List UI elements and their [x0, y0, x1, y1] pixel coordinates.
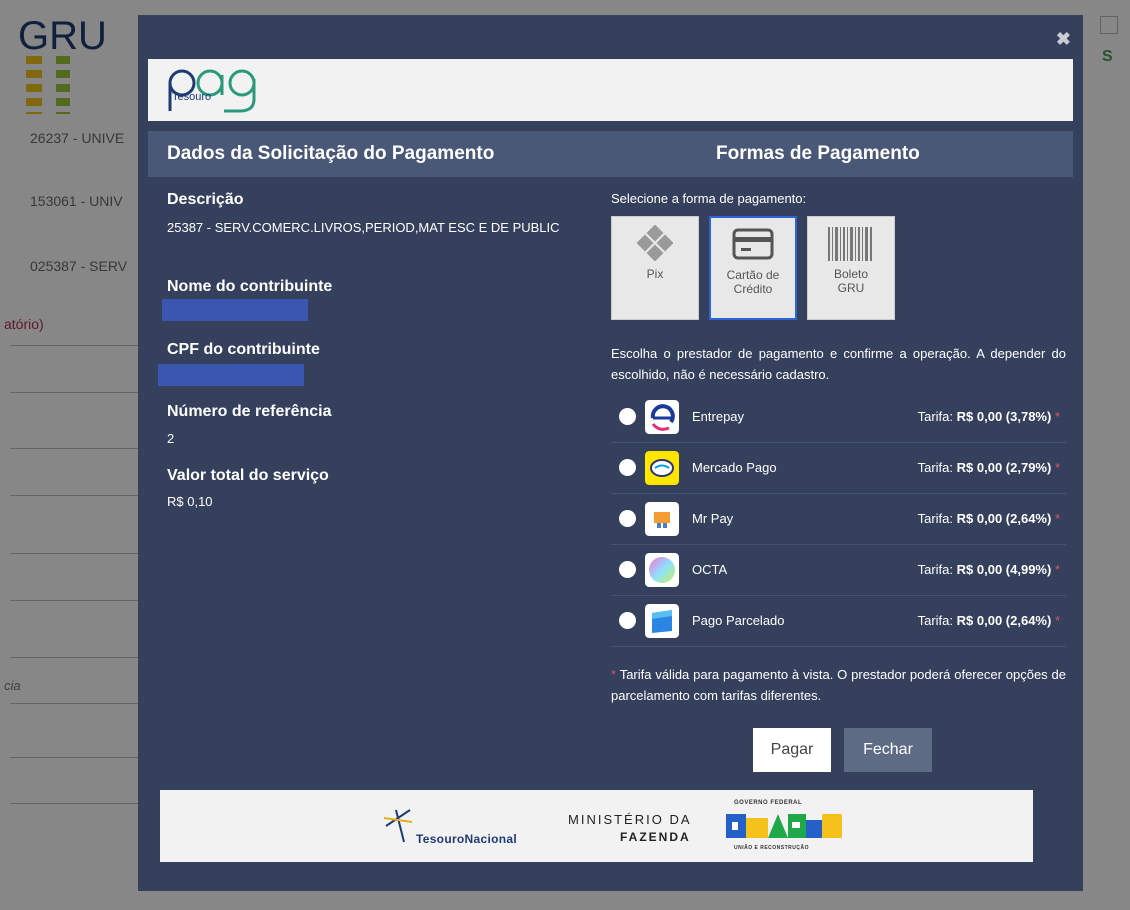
- provider-list: Entrepay Tarifa: R$ 0,00 (3,78%) * Merca…: [611, 392, 1066, 647]
- fee-label: Tarifa:: [917, 562, 953, 577]
- payment-modal: ✖ Tesouro Dados da Solicitação do Pagame…: [138, 15, 1083, 891]
- payment-method-pix[interactable]: Pix: [611, 216, 699, 320]
- select-method-label: Selecione a forma de pagamento:: [611, 191, 807, 206]
- tesouro-nacional-text: TesouroNacional: [416, 832, 517, 846]
- logo-subtext: Tesouro: [172, 91, 212, 103]
- total-value: R$ 0,10: [167, 494, 213, 509]
- barcode-icon: [828, 227, 872, 261]
- fee-label: Tarifa:: [917, 460, 953, 475]
- provider-instructions: Escolha o prestador de pagamento e confi…: [611, 346, 1066, 382]
- radio-button[interactable]: [619, 561, 636, 578]
- close-icon[interactable]: ✖: [1056, 29, 1071, 50]
- provider-name: Mercado Pago: [692, 460, 777, 475]
- fee-currency: R$: [956, 409, 974, 424]
- provider-row-pago-parcelado[interactable]: Pago Parcelado Tarifa: R$ 0,00 (2,64%) *: [611, 596, 1066, 647]
- brasil-government-logo: [726, 814, 842, 838]
- section-header-bar: Dados da Solicitação do Pagamento Formas…: [148, 131, 1073, 177]
- logo-band: Tesouro: [148, 59, 1073, 121]
- fee-asterisk: *: [1054, 409, 1060, 424]
- mercado-pago-logo-icon: [645, 451, 679, 485]
- provider-fee: Tarifa: R$ 0,00 (2,64%) *: [918, 613, 1060, 628]
- provider-fee: Tarifa: R$ 0,00 (2,79%) *: [918, 460, 1060, 475]
- fee-value: 0,00 (3,78%): [976, 409, 1052, 424]
- tesouro-nacional-logo-icon: [383, 809, 413, 843]
- ministerio-line2: FAZENDA: [620, 830, 691, 844]
- fee-asterisk: *: [1054, 613, 1060, 628]
- fee-value: 0,00 (2,64%): [976, 511, 1052, 526]
- fee-value: 0,00 (2,64%): [976, 613, 1052, 628]
- provider-row-entrepay[interactable]: Entrepay Tarifa: R$ 0,00 (3,78%) *: [611, 392, 1066, 443]
- provider-name: Pago Parcelado: [692, 613, 785, 628]
- fee-asterisk: *: [1054, 460, 1060, 475]
- fee-asterisk: *: [1054, 511, 1060, 526]
- entrepay-logo-icon: [645, 400, 679, 434]
- pix-label: Pix: [612, 267, 698, 281]
- governo-federal-text: GOVERNO FEDERAL: [734, 800, 803, 806]
- payment-method-boleto[interactable]: Boleto GRU: [807, 216, 895, 320]
- request-data-heading: Dados da Solicitação do Pagamento: [167, 143, 495, 164]
- pago-parcelado-logo-icon: [645, 604, 679, 638]
- mr-pay-logo-icon: [645, 502, 679, 536]
- method-label-line1: Cartão de: [726, 268, 780, 282]
- ministerio-line1: MINISTÉRIO DA: [568, 812, 692, 827]
- provider-name: OCTA: [692, 562, 728, 577]
- provider-fee: Tarifa: R$ 0,00 (2,64%) *: [918, 511, 1060, 526]
- fee-value: 0,00 (4,99%): [976, 562, 1052, 577]
- total-value-label: Valor total do serviço: [167, 467, 329, 484]
- provider-fee: Tarifa: R$ 0,00 (4,99%) *: [918, 562, 1060, 577]
- uniao-reconstrucao-text: UNIÃO E RECONSTRUÇÃO: [734, 845, 810, 851]
- fee-currency: R$: [956, 562, 974, 577]
- redacted-taxpayer-cpf: [158, 364, 304, 386]
- fee-currency: R$: [956, 460, 974, 475]
- provider-row-mr-pay[interactable]: Mr Pay Tarifa: R$ 0,00 (2,64%) *: [611, 494, 1066, 545]
- provider-row-octa[interactable]: OCTA Tarifa: R$ 0,00 (4,99%) *: [611, 545, 1066, 596]
- credit-card-icon: [732, 228, 774, 260]
- fee-value: 0,00 (2,79%): [976, 460, 1052, 475]
- fee-note: * Tarifa válida para pagamento à vista. …: [611, 664, 1066, 706]
- redacted-taxpayer-name: [162, 299, 308, 321]
- fee-label: Tarifa:: [917, 409, 953, 424]
- fee-label: Tarifa:: [917, 511, 953, 526]
- method-label-line1: Boleto: [833, 267, 869, 281]
- payment-method-credit-card[interactable]: Cartão de Crédito: [709, 216, 797, 320]
- pay-button[interactable]: Pagar: [753, 728, 831, 772]
- provider-fee: Tarifa: R$ 0,00 (3,78%) *: [918, 409, 1060, 424]
- fee-asterisk: *: [1054, 562, 1060, 577]
- note-text: Tarifa válida para pagamento à vista. O …: [611, 667, 1066, 703]
- radio-button[interactable]: [619, 612, 636, 629]
- method-label-line2: GRU: [837, 281, 865, 295]
- radio-button[interactable]: [619, 510, 636, 527]
- fee-currency: R$: [956, 613, 974, 628]
- footer-logos: TesouroNacional MINISTÉRIO DA FAZENDA GO…: [160, 790, 1033, 862]
- radio-button[interactable]: [619, 408, 636, 425]
- pag-tesouro-logo: [168, 69, 256, 113]
- fee-label: Tarifa:: [917, 613, 953, 628]
- pix-icon: [637, 225, 673, 261]
- close-button[interactable]: Fechar: [844, 728, 932, 772]
- reference-number-label: Número de referência: [167, 403, 332, 420]
- taxpayer-name-label: Nome do contribuinte: [167, 278, 333, 295]
- description-label: Descrição: [167, 191, 244, 208]
- provider-name: Mr Pay: [692, 511, 734, 526]
- reference-number-value: 2: [167, 431, 175, 446]
- provider-row-mercado-pago[interactable]: Mercado Pago Tarifa: R$ 0,00 (2,79%) *: [611, 443, 1066, 494]
- description-value: 25387 - SERV.COMERC.LIVROS,PERIOD,MAT ES…: [167, 220, 560, 235]
- provider-name: Entrepay: [692, 409, 745, 424]
- method-label-line2: Crédito: [733, 282, 773, 296]
- credit-card-label: Cartão de Crédito: [711, 268, 795, 296]
- octa-logo-icon: [645, 553, 679, 587]
- radio-button[interactable]: [619, 459, 636, 476]
- taxpayer-cpf-label: CPF do contribuinte: [167, 341, 320, 358]
- boleto-label: Boleto GRU: [808, 267, 894, 295]
- method-label-line1: Pix: [646, 267, 664, 281]
- payment-methods-heading: Formas de Pagamento: [716, 143, 920, 164]
- fee-currency: R$: [956, 511, 974, 526]
- note-asterisk: *: [611, 667, 617, 682]
